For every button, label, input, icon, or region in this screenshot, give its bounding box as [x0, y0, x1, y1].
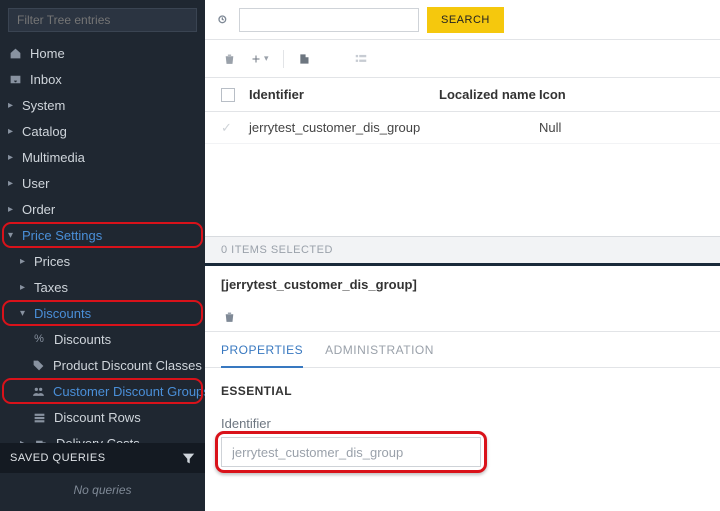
identifier-input[interactable]: [221, 437, 481, 467]
results-table: Identifier Localized name Icon ✓ jerryte…: [205, 78, 720, 236]
nav-label: System: [22, 98, 195, 113]
main-area: SEARCH ▾ Identifier Localized name Icon …: [205, 0, 720, 511]
detail-delete-icon[interactable]: [223, 310, 236, 324]
nav-item-customer-discount-groups[interactable]: Customer Discount Groups: [0, 378, 205, 404]
delete-icon[interactable]: [223, 52, 236, 66]
chevron-icon: ▸: [8, 204, 18, 215]
tab-administration[interactable]: ADMINISTRATION: [325, 332, 434, 367]
compare-icon[interactable]: [326, 52, 340, 66]
truck-icon: [34, 436, 48, 443]
pct-icon: %: [32, 332, 46, 346]
no-queries-text: No queries: [0, 473, 205, 511]
detail-tabs: PROPERTIES ADMINISTRATION: [205, 332, 720, 368]
col-identifier[interactable]: Identifier: [249, 87, 439, 102]
selection-count: 0 ITEMS SELECTED: [221, 244, 333, 256]
inbox-icon: [8, 72, 22, 86]
selection-bar: 0 ITEMS SELECTED: [205, 236, 720, 266]
nav-item-prices[interactable]: ▸ Prices: [0, 248, 205, 274]
search-bar: SEARCH: [205, 0, 720, 40]
nav-label: User: [22, 176, 195, 191]
saved-queries-header[interactable]: SAVED QUERIES: [0, 443, 205, 473]
table-row[interactable]: ✓ jerrytest_customer_dis_group Null: [205, 112, 720, 144]
nav-label: Price Settings: [22, 228, 195, 243]
table-header-row: Identifier Localized name Icon: [205, 78, 720, 112]
nav-item-discount-rows[interactable]: Discount Rows: [0, 404, 205, 430]
chevron-icon: ▾: [20, 308, 30, 319]
nav-item-order[interactable]: ▸ Order: [0, 196, 205, 222]
section-title: ESSENTIAL: [221, 384, 704, 398]
nav-label: Product Discount Classes: [53, 358, 202, 373]
nav-label: Order: [22, 202, 195, 217]
add-icon[interactable]: ▾: [250, 53, 269, 65]
nav-item-discounts[interactable]: % Discounts: [0, 326, 205, 352]
cell-identifier: jerrytest_customer_dis_group: [249, 120, 439, 135]
tree-filter-input[interactable]: [8, 8, 197, 32]
list-toolbar: ▾: [205, 40, 720, 78]
nav-label: Discounts: [34, 306, 195, 321]
detail-panel: [jerrytest_customer_dis_group] PROPERTIE…: [205, 266, 720, 511]
nav-item-delivery-costs[interactable]: ▸Delivery Costs: [0, 430, 205, 443]
nav-label: Taxes: [34, 280, 195, 295]
chevron-icon: ▾: [8, 230, 18, 241]
search-input[interactable]: [239, 8, 419, 32]
select-all-checkbox[interactable]: [221, 88, 235, 102]
nav-item-inbox[interactable]: Inbox: [0, 66, 205, 92]
nav-item-user[interactable]: ▸ User: [0, 170, 205, 196]
saved-queries-label: SAVED QUERIES: [10, 452, 106, 464]
grp-icon: [32, 384, 45, 398]
tab-properties[interactable]: PROPERTIES: [221, 332, 303, 367]
cell-icon: Null: [539, 120, 704, 135]
row-check-icon[interactable]: ✓: [221, 120, 249, 136]
nav-item-home[interactable]: Home: [0, 40, 205, 66]
nav-label: Discount Rows: [54, 410, 195, 425]
chevron-icon: ▸: [8, 100, 18, 111]
nav-tree[interactable]: Home Inbox ▸ System ▸ Catalog ▸ Multimedia ▸ User…: [0, 40, 205, 443]
nav-label: Delivery Costs: [56, 436, 195, 444]
nav-item-catalog[interactable]: ▸ Catalog: [0, 118, 205, 144]
list-icon[interactable]: [354, 52, 368, 66]
nav-label: Customer Discount Groups: [53, 384, 205, 399]
toolbar-separator: [283, 50, 284, 68]
nav-label: Inbox: [30, 72, 195, 87]
nav-item-price-settings[interactable]: ▾ Price Settings: [0, 222, 205, 248]
search-settings-icon[interactable]: [215, 12, 231, 28]
chevron-icon: ▸: [20, 282, 30, 293]
nav-item-discounts[interactable]: ▾ Discounts: [0, 300, 205, 326]
detail-title: [jerrytest_customer_dis_group]: [205, 266, 720, 302]
identifier-label: Identifier: [221, 416, 704, 431]
tag-icon: [32, 358, 45, 372]
nav-item-system[interactable]: ▸ System: [0, 92, 205, 118]
detail-toolbar: [205, 302, 720, 332]
left-sidebar: Home Inbox ▸ System ▸ Catalog ▸ Multimedia ▸ User…: [0, 0, 205, 511]
nav-label: Prices: [34, 254, 195, 269]
rows-icon: [32, 410, 46, 424]
identifier-field-wrapper: [221, 437, 481, 467]
chevron-icon: ▸: [20, 256, 30, 267]
col-localized-name[interactable]: Localized name: [439, 87, 539, 102]
chevron-icon: ▸: [8, 152, 18, 163]
chevron-icon: ▸: [8, 178, 18, 189]
search-button[interactable]: SEARCH: [427, 7, 504, 33]
nav-label: Home: [30, 46, 195, 61]
nav-item-product-discount-classes[interactable]: Product Discount Classes: [0, 352, 205, 378]
essential-section: ESSENTIAL Identifier: [205, 368, 720, 483]
chevron-icon: ▸: [8, 126, 18, 137]
table-empty-area: [205, 144, 720, 236]
home-icon: [8, 46, 22, 60]
export-icon[interactable]: [298, 52, 312, 66]
col-icon[interactable]: Icon: [539, 87, 704, 102]
nav-item-multimedia[interactable]: ▸ Multimedia: [0, 144, 205, 170]
nav-item-taxes[interactable]: ▸ Taxes: [0, 274, 205, 300]
nav-label: Discounts: [54, 332, 195, 347]
nav-label: Multimedia: [22, 150, 195, 165]
filter-icon[interactable]: [182, 452, 195, 465]
nav-label: Catalog: [22, 124, 195, 139]
